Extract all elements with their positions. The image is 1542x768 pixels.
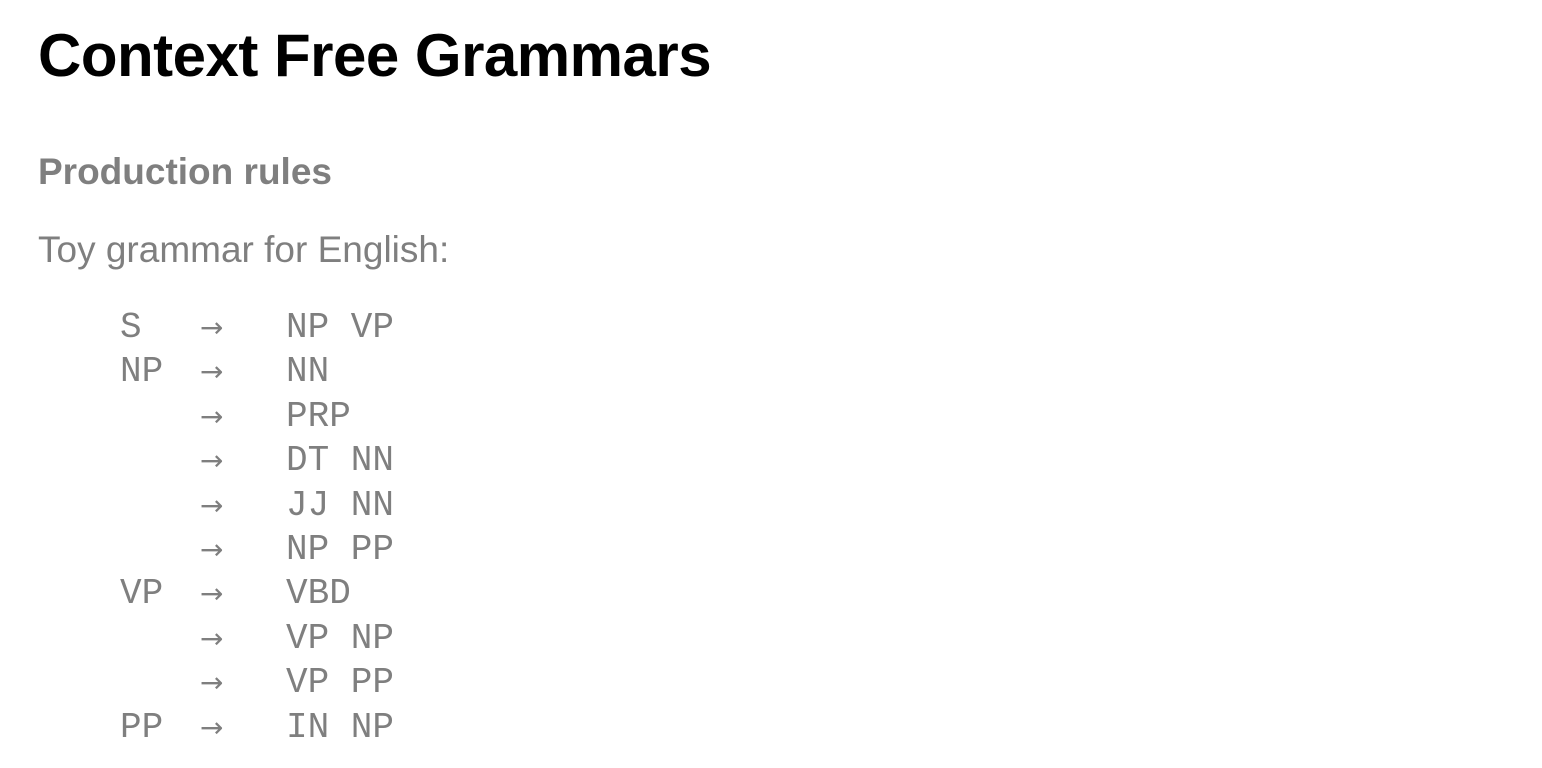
rule-row: → DT NN bbox=[120, 439, 486, 483]
rule-row: → NP PP bbox=[120, 528, 486, 572]
rule-arrow: → bbox=[200, 355, 224, 389]
slide-title: Context Free Grammars bbox=[38, 22, 712, 89]
rule-rhs: NP PP bbox=[286, 529, 395, 571]
rule-lhs: S bbox=[120, 307, 142, 348]
rule-lhs bbox=[120, 661, 200, 705]
rule-row: → PRP bbox=[120, 395, 486, 439]
rule-lhs: VP bbox=[120, 573, 164, 615]
production-rules-table: S → NP VP NP → NN → PRP → DT NN → JJ NN … bbox=[120, 306, 486, 750]
rule-row: VP → VBD bbox=[120, 572, 486, 616]
rule-rhs: IN NP bbox=[286, 706, 395, 748]
rule-arrow: → bbox=[200, 621, 224, 655]
rule-lhs: NP bbox=[120, 351, 164, 393]
rule-lhs bbox=[120, 439, 200, 483]
rule-rhs: VP NP bbox=[286, 617, 395, 659]
rule-row: S → NP VP bbox=[120, 306, 486, 350]
rule-lhs bbox=[120, 617, 200, 661]
rule-lhs bbox=[120, 484, 200, 528]
rule-rhs: DT NN bbox=[286, 440, 395, 482]
intro-text: Toy grammar for English: bbox=[38, 229, 450, 270]
rule-arrow: → bbox=[200, 710, 224, 744]
rule-arrow: → bbox=[200, 488, 224, 522]
rule-rhs: NN bbox=[286, 351, 330, 393]
slide: Context Free Grammars Production rules T… bbox=[38, 0, 1518, 768]
rule-row: NP → NN bbox=[120, 350, 486, 394]
rule-arrow: → bbox=[200, 311, 224, 344]
rule-arrow: → bbox=[200, 444, 224, 478]
section-heading: Production rules bbox=[38, 151, 332, 192]
rule-arrow: → bbox=[200, 399, 224, 433]
rule-lhs bbox=[120, 395, 200, 439]
rule-rhs: VP PP bbox=[286, 662, 395, 704]
rule-row: → JJ NN bbox=[120, 484, 486, 528]
rule-arrow: → bbox=[200, 577, 224, 611]
rule-lhs: PP bbox=[120, 706, 164, 748]
rule-arrow: → bbox=[200, 533, 224, 567]
rule-row: → VP NP bbox=[120, 617, 486, 661]
rule-lhs bbox=[120, 528, 200, 572]
rule-arrow: → bbox=[200, 666, 224, 700]
rule-rhs: VBD bbox=[286, 573, 351, 615]
rule-rhs: NP VP bbox=[286, 307, 395, 348]
rule-row: PP → IN NP bbox=[120, 706, 486, 750]
rule-row: → VP PP bbox=[120, 661, 486, 705]
rule-rhs: PRP bbox=[286, 395, 351, 437]
rule-rhs: JJ NN bbox=[286, 484, 395, 526]
